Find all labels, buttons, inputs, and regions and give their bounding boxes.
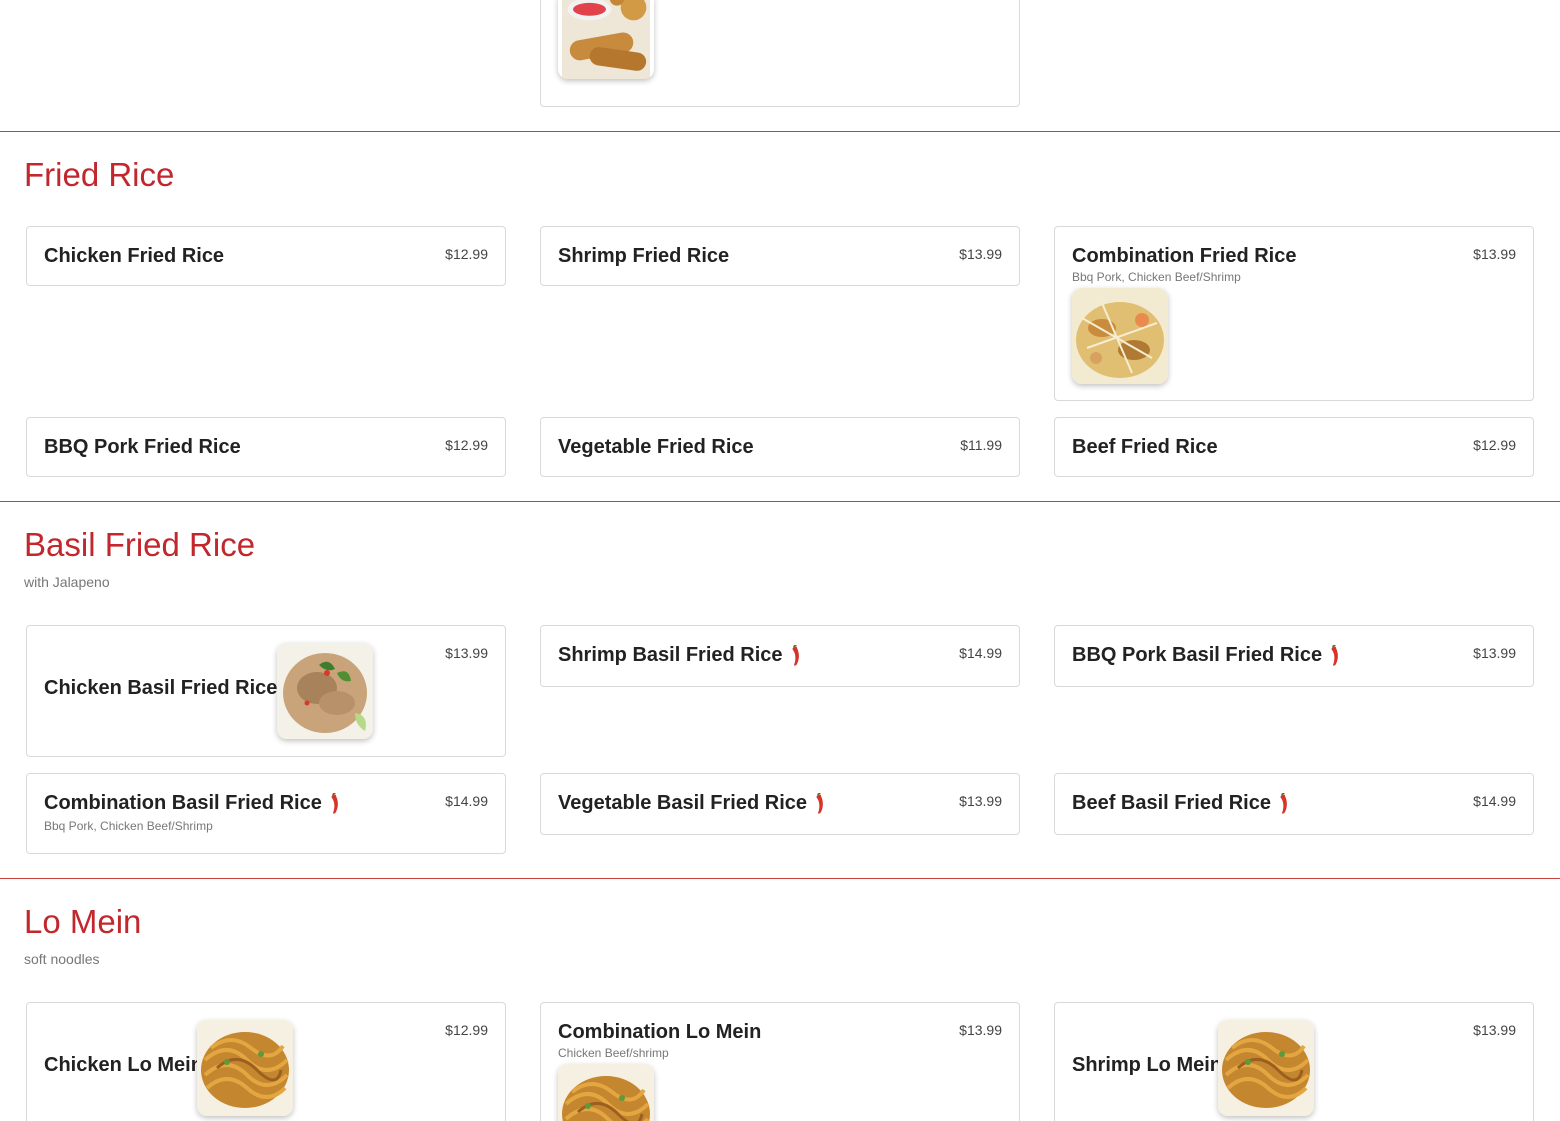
item-photo <box>558 0 654 79</box>
item-photo <box>1072 288 1168 384</box>
spring-roll-image <box>558 0 654 79</box>
item-price: $12.99 <box>445 437 488 453</box>
item-price: $11.99 <box>960 437 1002 453</box>
section-subtitle: soft noodles <box>24 951 100 967</box>
item-name: BBQ Pork Fried Rice <box>44 436 241 458</box>
item-name-row: Vegetable Basil Fried Rice <box>558 792 825 815</box>
section-title-fried-rice: Fried Rice <box>24 156 175 193</box>
menu-item-combination-lo-mein[interactable]: Combination Lo Mein Chicken Beef/shrimp … <box>540 1002 1020 1121</box>
item-price: $12.99 <box>445 246 488 262</box>
lo-mein-image <box>197 1020 293 1116</box>
item-name-row: Shrimp Basil Fried Rice <box>558 644 801 667</box>
item-price: $12.99 <box>445 1022 488 1038</box>
menu-item-shrimp-basil-fried-rice[interactable]: Shrimp Basil Fried Rice $14.99 <box>540 625 1020 687</box>
item-photo <box>197 1020 293 1116</box>
fried-rice-image <box>1072 288 1168 384</box>
item-name: Vegetable Fried Rice <box>558 436 754 458</box>
section-divider <box>0 131 1560 132</box>
menu-item-chicken-lo-mein[interactable]: Chicken Lo Mein $12.99 <box>26 1002 506 1121</box>
item-description: Chicken Beef/shrimp <box>558 1046 669 1060</box>
item-name: Vegetable Basil Fried Rice <box>558 792 807 814</box>
item-name-row: Combination Basil Fried Rice <box>44 792 340 815</box>
basil-fried-rice-image <box>277 643 373 739</box>
section-subtitle: with Jalapeno <box>24 574 110 590</box>
item-name-row: Chicken Basil Fried Rice <box>44 677 295 700</box>
item-price: $13.99 <box>959 1022 1002 1038</box>
section-divider <box>0 501 1560 502</box>
menu-item-shrimp-lo-mein[interactable]: Shrimp Lo Mein $13.99 <box>1054 1002 1534 1121</box>
item-price: $14.99 <box>445 793 488 809</box>
item-name: Beef Fried Rice <box>1072 436 1218 458</box>
item-price: $12.99 <box>1473 437 1516 453</box>
menu-item-combination-basil-fried-rice[interactable]: Combination Basil Fried Rice Bbq Pork, C… <box>26 773 506 854</box>
menu-item-card[interactable] <box>540 0 1020 107</box>
item-name: Chicken Fried Rice <box>44 245 225 267</box>
chili-pepper-icon <box>789 645 801 667</box>
menu-item-chicken-fried-rice[interactable]: Chicken Fried Rice $12.99 <box>26 226 506 286</box>
item-price: $13.99 <box>1473 246 1516 262</box>
menu-item-bbq-pork-basil-fried-rice[interactable]: BBQ Pork Basil Fried Rice $13.99 <box>1054 625 1534 687</box>
item-price: $14.99 <box>959 645 1002 661</box>
item-photo <box>277 643 373 739</box>
lo-mein-image <box>558 1064 654 1121</box>
item-name-row: BBQ Pork Basil Fried Rice <box>1072 644 1340 667</box>
chili-pepper-icon <box>328 793 340 815</box>
menu-item-shrimp-fried-rice[interactable]: Shrimp Fried Rice $13.99 <box>540 226 1020 286</box>
menu-item-beef-fried-rice[interactable]: Beef Fried Rice $12.99 <box>1054 417 1534 477</box>
item-name: Combination Basil Fried Rice <box>44 792 322 814</box>
item-name: Chicken Basil Fried Rice <box>44 677 278 699</box>
item-name-row: Beef Basil Fried Rice <box>1072 792 1289 815</box>
item-name: BBQ Pork Basil Fried Rice <box>1072 644 1323 666</box>
item-price: $13.99 <box>959 793 1002 809</box>
item-price: $13.99 <box>959 246 1002 262</box>
item-name: Combination Fried Rice <box>1072 245 1297 267</box>
item-name: Chicken Lo Mein <box>44 1054 203 1076</box>
section-title-lo-mein: Lo Mein <box>24 903 142 940</box>
section-divider <box>0 878 1560 879</box>
item-price: $13.99 <box>1473 1022 1516 1038</box>
item-name: Shrimp Basil Fried Rice <box>558 644 783 666</box>
item-name: Combination Lo Mein <box>558 1021 762 1043</box>
shrimp-lo-mein-image <box>1218 1020 1314 1116</box>
item-price: $13.99 <box>445 645 488 661</box>
item-description: Bbq Pork, Chicken Beef/Shrimp <box>1072 270 1241 284</box>
menu-item-combination-fried-rice[interactable]: Combination Fried Rice Bbq Pork, Chicken… <box>1054 226 1534 401</box>
item-photo <box>558 1064 654 1121</box>
section-title-basil-fried-rice: Basil Fried Rice <box>24 526 256 563</box>
item-name: Shrimp Lo Mein <box>1072 1054 1222 1076</box>
chili-pepper-icon <box>1328 645 1340 667</box>
menu-item-vegetable-basil-fried-rice[interactable]: Vegetable Basil Fried Rice $13.99 <box>540 773 1020 835</box>
item-photo <box>1218 1020 1314 1116</box>
item-name: Beef Basil Fried Rice <box>1072 792 1271 814</box>
chili-pepper-icon <box>813 793 825 815</box>
item-description: Bbq Pork, Chicken Beef/Shrimp <box>44 819 213 833</box>
chili-pepper-icon <box>1277 793 1289 815</box>
item-name: Shrimp Fried Rice <box>558 245 730 267</box>
menu-item-chicken-basil-fried-rice[interactable]: Chicken Basil Fried Rice $13.99 <box>26 625 506 757</box>
menu-item-beef-basil-fried-rice[interactable]: Beef Basil Fried Rice $14.99 <box>1054 773 1534 835</box>
menu-item-bbq-pork-fried-rice[interactable]: BBQ Pork Fried Rice $12.99 <box>26 417 506 477</box>
item-price: $13.99 <box>1473 645 1516 661</box>
menu-item-vegetable-fried-rice[interactable]: Vegetable Fried Rice $11.99 <box>540 417 1020 477</box>
item-price: $14.99 <box>1473 793 1516 809</box>
